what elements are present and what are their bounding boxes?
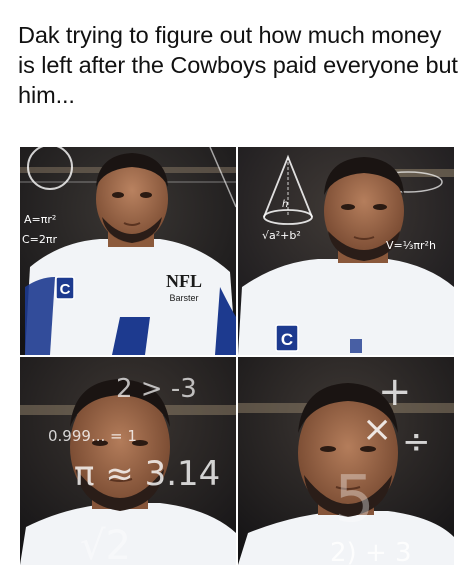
meme-panel-3: 2 > -3 0.999... = 1 π ≈ 3.14 √2 (20, 357, 236, 565)
meme-caption: Dak trying to figure out how much money … (18, 22, 458, 109)
panel-4-photo: + × ÷ 5 2) + 3 (238, 357, 454, 565)
panel-1-math-circumference: C=2πr (22, 233, 58, 246)
meme-panel-2: C h √a²+b² V=⅓πr²h (238, 147, 454, 355)
panel-4-math-divide: ÷ (402, 422, 431, 462)
panel-2-captain-patch: C (281, 330, 293, 349)
panel-3-math-inequality: 2 > -3 (116, 374, 197, 404)
meme-panel-1: A=πr² C=2πr C NFL Barster (20, 147, 236, 355)
meme-image-grid: A=πr² C=2πr C NFL Barster C h √a²+b² V=⅓… (20, 147, 454, 565)
meme-panel-4: + × ÷ 5 2) + 3 (238, 357, 454, 565)
panel-4-math-expr: 2) + 3 (330, 538, 412, 565)
panel-2-math-volume: V=⅓πr²h (386, 239, 436, 252)
panel-1-logo-sub: Barster (169, 293, 198, 303)
panel-2-photo: C h √a²+b² V=⅓πr²h (238, 147, 454, 355)
panel-2-math-pythag: √a²+b² (262, 229, 301, 242)
panel-1-nfl-logo: NFL (166, 271, 202, 291)
panel-3-math-repeating: 0.999... = 1 (48, 427, 137, 445)
panel-1-math-area: A=πr² (24, 213, 56, 226)
panel-1-captain-patch: C (60, 281, 71, 298)
panel-4-math-five: 5 (334, 463, 375, 537)
panel-3-math-sqrt2: √2 (80, 523, 131, 565)
panel-3-math-pi: π ≈ 3.14 (74, 454, 220, 494)
panel-4-math-times: × (362, 409, 392, 450)
panel-3-photo: 2 > -3 0.999... = 1 π ≈ 3.14 √2 (20, 357, 236, 565)
panel-2-math-height: h (282, 199, 288, 210)
panel-1-photo: A=πr² C=2πr C NFL Barster (20, 147, 236, 355)
